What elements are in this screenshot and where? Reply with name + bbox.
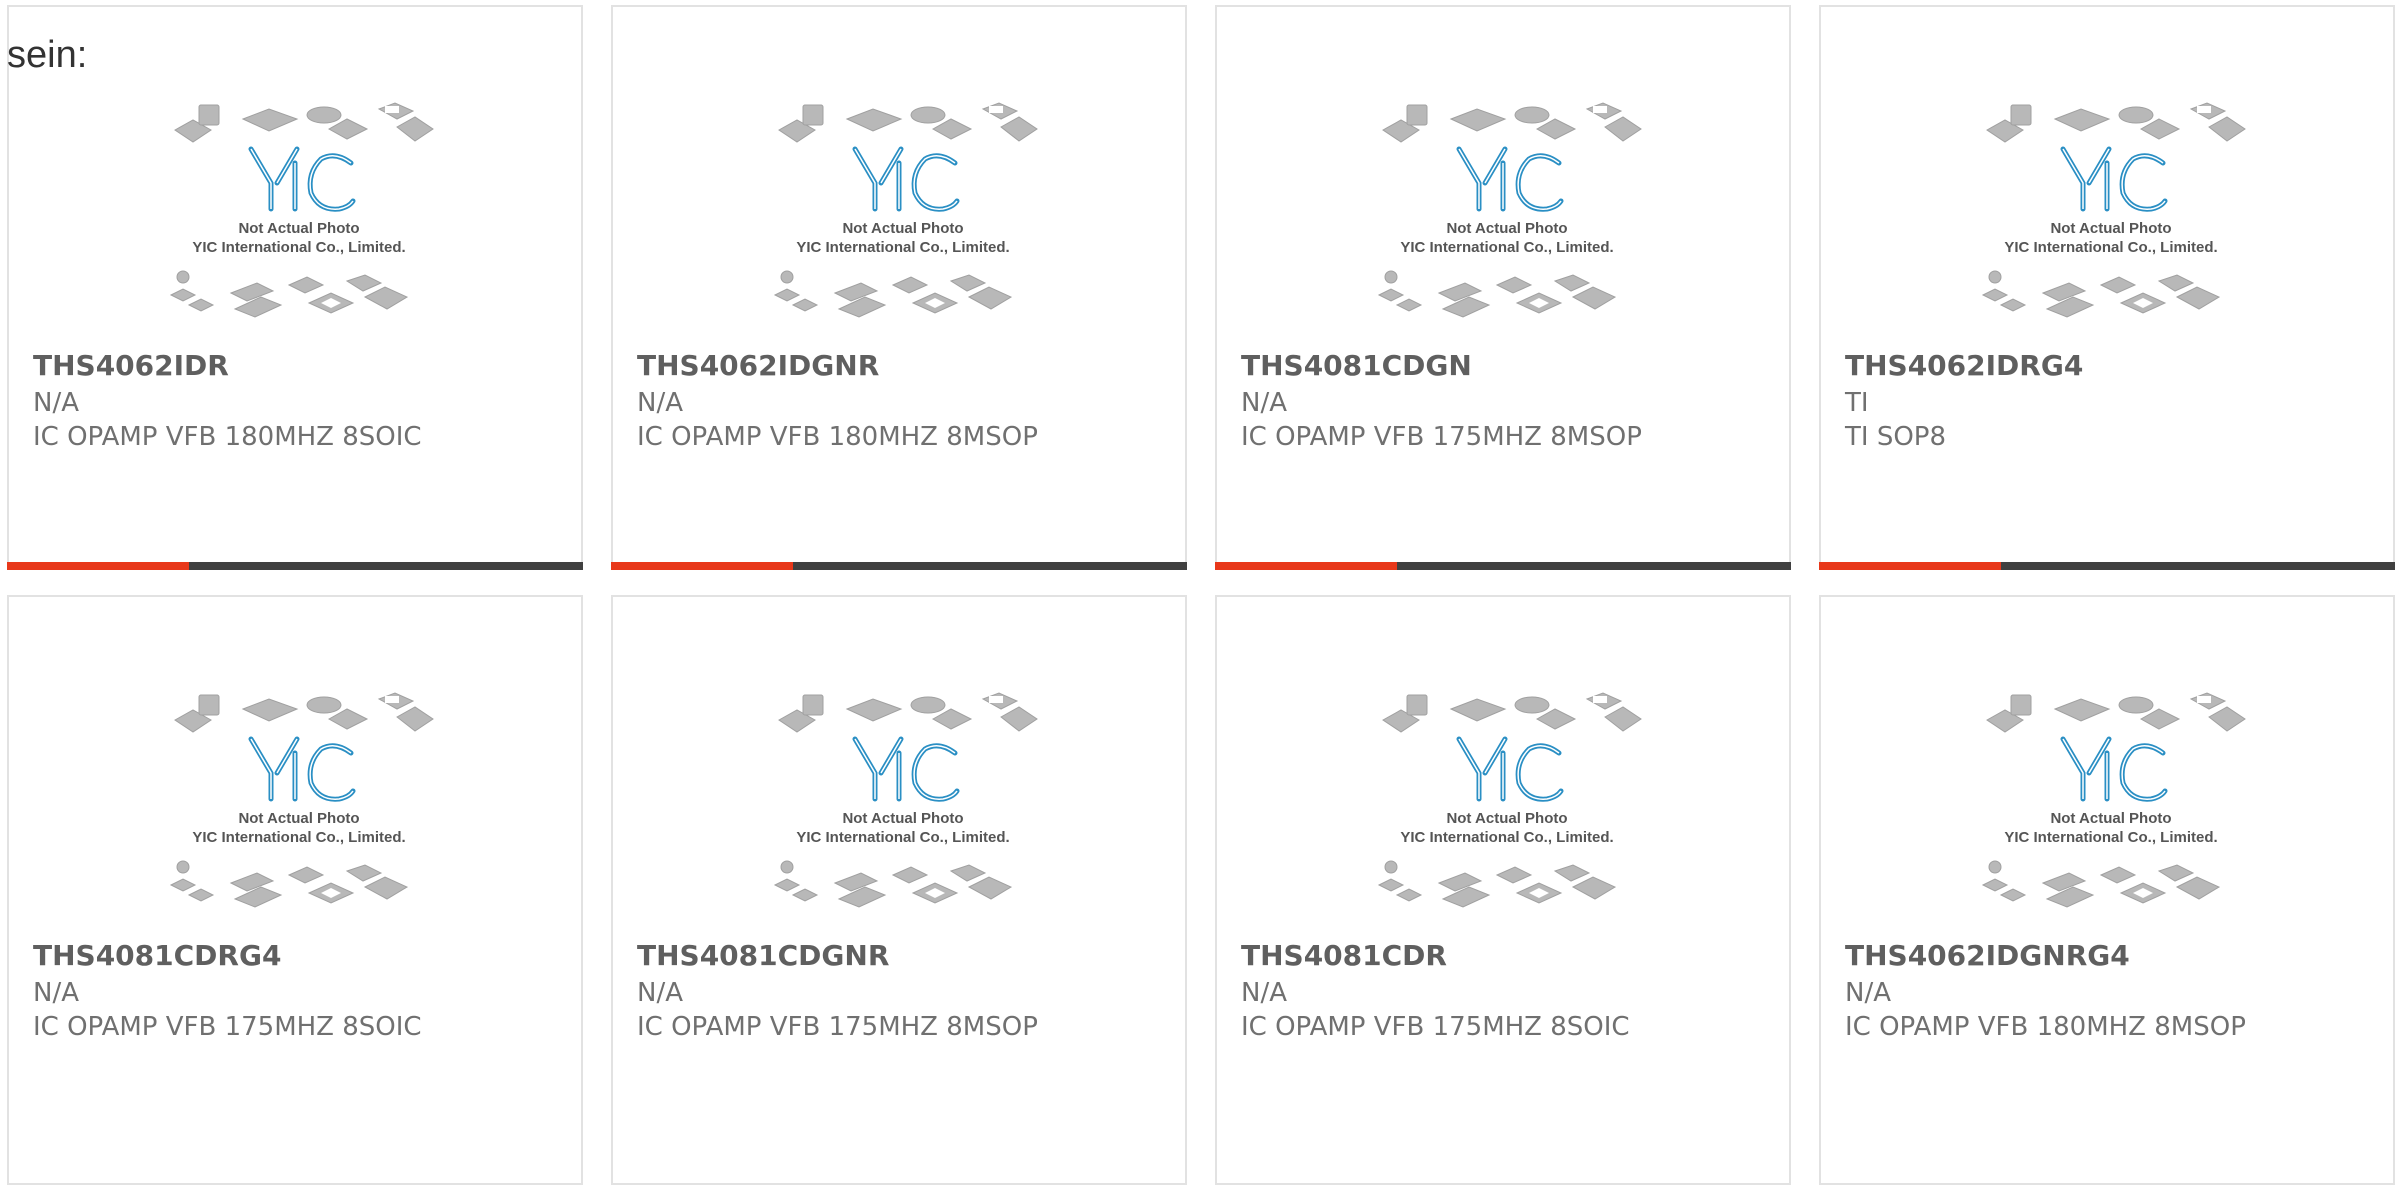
placeholder-chips-icon: Not Actual Photo YIC International Co., … (1981, 102, 2246, 318)
manufacturer: N/A (33, 978, 79, 1008)
placeholder-chips-icon: Not Actual Photo YIC International Co., … (773, 692, 1038, 908)
description: TI SOP8 (1845, 422, 1947, 452)
description: IC OPAMP VFB 175MHZ 8MSOP (1241, 422, 1642, 452)
manufacturer: N/A (1241, 978, 1287, 1008)
product-card[interactable]: Not Actual Photo YIC International Co., … (1819, 5, 2395, 570)
part-number-link[interactable]: THS4081CDGN (1241, 349, 1472, 382)
photo-notice: Not Actual Photo (238, 220, 359, 237)
description: IC OPAMP VFB 180MHZ 8MSOP (637, 422, 1038, 452)
company-notice: YIC International Co., Limited. (2004, 829, 2217, 846)
placeholder-chips-icon: Not Actual Photo YIC International Co., … (169, 692, 434, 908)
product-image[interactable]: Not Actual Photo YIC International Co., … (763, 687, 1043, 937)
product-image[interactable]: Not Actual Photo YIC International Co., … (1971, 687, 2251, 937)
manufacturer: N/A (1845, 978, 1891, 1008)
part-number-link[interactable]: THS4081CDRG4 (33, 939, 281, 972)
manufacturer: N/A (33, 388, 79, 418)
part-number-link[interactable]: THS4081CDR (1241, 939, 1447, 972)
company-notice: YIC International Co., Limited. (1400, 829, 1613, 846)
product-image[interactable]: Not Actual Photo YIC International Co., … (159, 97, 439, 347)
photo-notice: Not Actual Photo (842, 810, 963, 827)
placeholder-chips-icon: Not Actual Photo YIC International Co., … (773, 102, 1038, 318)
company-notice: YIC International Co., Limited. (192, 829, 405, 846)
company-notice: YIC International Co., Limited. (1400, 239, 1613, 256)
description: IC OPAMP VFB 175MHZ 8SOIC (1241, 1012, 1630, 1042)
product-image[interactable]: Not Actual Photo YIC International Co., … (159, 687, 439, 937)
part-number-link[interactable]: THS4081CDGNR (637, 939, 889, 972)
product-image[interactable]: Not Actual Photo YIC International Co., … (763, 97, 1043, 347)
description: IC OPAMP VFB 180MHZ 8MSOP (1845, 1012, 2246, 1042)
manufacturer: N/A (637, 978, 683, 1008)
product-image[interactable]: Not Actual Photo YIC International Co., … (1367, 97, 1647, 347)
part-number-link[interactable]: THS4062IDRG4 (1845, 349, 2083, 382)
card-footer-bar (1819, 562, 2395, 570)
product-card[interactable]: Not Actual Photo YIC International Co., … (611, 595, 1187, 1185)
product-image[interactable]: Not Actual Photo YIC International Co., … (1367, 687, 1647, 937)
photo-notice: Not Actual Photo (238, 810, 359, 827)
placeholder-chips-icon: Not Actual Photo YIC International Co., … (1981, 692, 2246, 908)
photo-notice: Not Actual Photo (2050, 810, 2171, 827)
part-number-link[interactable]: THS4062IDGNR (637, 349, 879, 382)
company-notice: YIC International Co., Limited. (2004, 239, 2217, 256)
card-footer-bar (7, 562, 583, 570)
product-card[interactable]: Not Actual Photo YIC International Co., … (7, 595, 583, 1185)
product-image[interactable]: Not Actual Photo YIC International Co., … (1971, 97, 2251, 347)
part-number-link[interactable]: THS4062IDR (33, 349, 229, 382)
manufacturer: N/A (637, 388, 683, 418)
intro-text: sein: (7, 34, 88, 76)
manufacturer: TI (1845, 388, 1869, 418)
product-grid: Not Actual Photo YIC International Co., … (0, 0, 2400, 1185)
placeholder-chips-icon: Not Actual Photo YIC International Co., … (1377, 692, 1642, 908)
placeholder-chips-icon: Not Actual Photo YIC International Co., … (1377, 102, 1642, 318)
company-notice: YIC International Co., Limited. (192, 239, 405, 256)
product-card[interactable]: Not Actual Photo YIC International Co., … (611, 5, 1187, 570)
product-card[interactable]: Not Actual Photo YIC International Co., … (1819, 595, 2395, 1185)
description: IC OPAMP VFB 175MHZ 8SOIC (33, 1012, 422, 1042)
description: IC OPAMP VFB 180MHZ 8SOIC (33, 422, 422, 452)
product-card[interactable]: Not Actual Photo YIC International Co., … (7, 5, 583, 570)
card-footer-bar (1215, 562, 1791, 570)
card-footer-bar (611, 562, 1187, 570)
company-notice: YIC International Co., Limited. (796, 829, 1009, 846)
product-card[interactable]: Not Actual Photo YIC International Co., … (1215, 595, 1791, 1185)
product-card[interactable]: Not Actual Photo YIC International Co., … (1215, 5, 1791, 570)
manufacturer: N/A (1241, 388, 1287, 418)
photo-notice: Not Actual Photo (1446, 220, 1567, 237)
photo-notice: Not Actual Photo (1446, 810, 1567, 827)
description: IC OPAMP VFB 175MHZ 8MSOP (637, 1012, 1038, 1042)
photo-notice: Not Actual Photo (2050, 220, 2171, 237)
company-notice: YIC International Co., Limited. (796, 239, 1009, 256)
photo-notice: Not Actual Photo (842, 220, 963, 237)
part-number-link[interactable]: THS4062IDGNRG4 (1845, 939, 2130, 972)
placeholder-chips-icon: Not Actual Photo YIC International Co., … (169, 102, 434, 318)
